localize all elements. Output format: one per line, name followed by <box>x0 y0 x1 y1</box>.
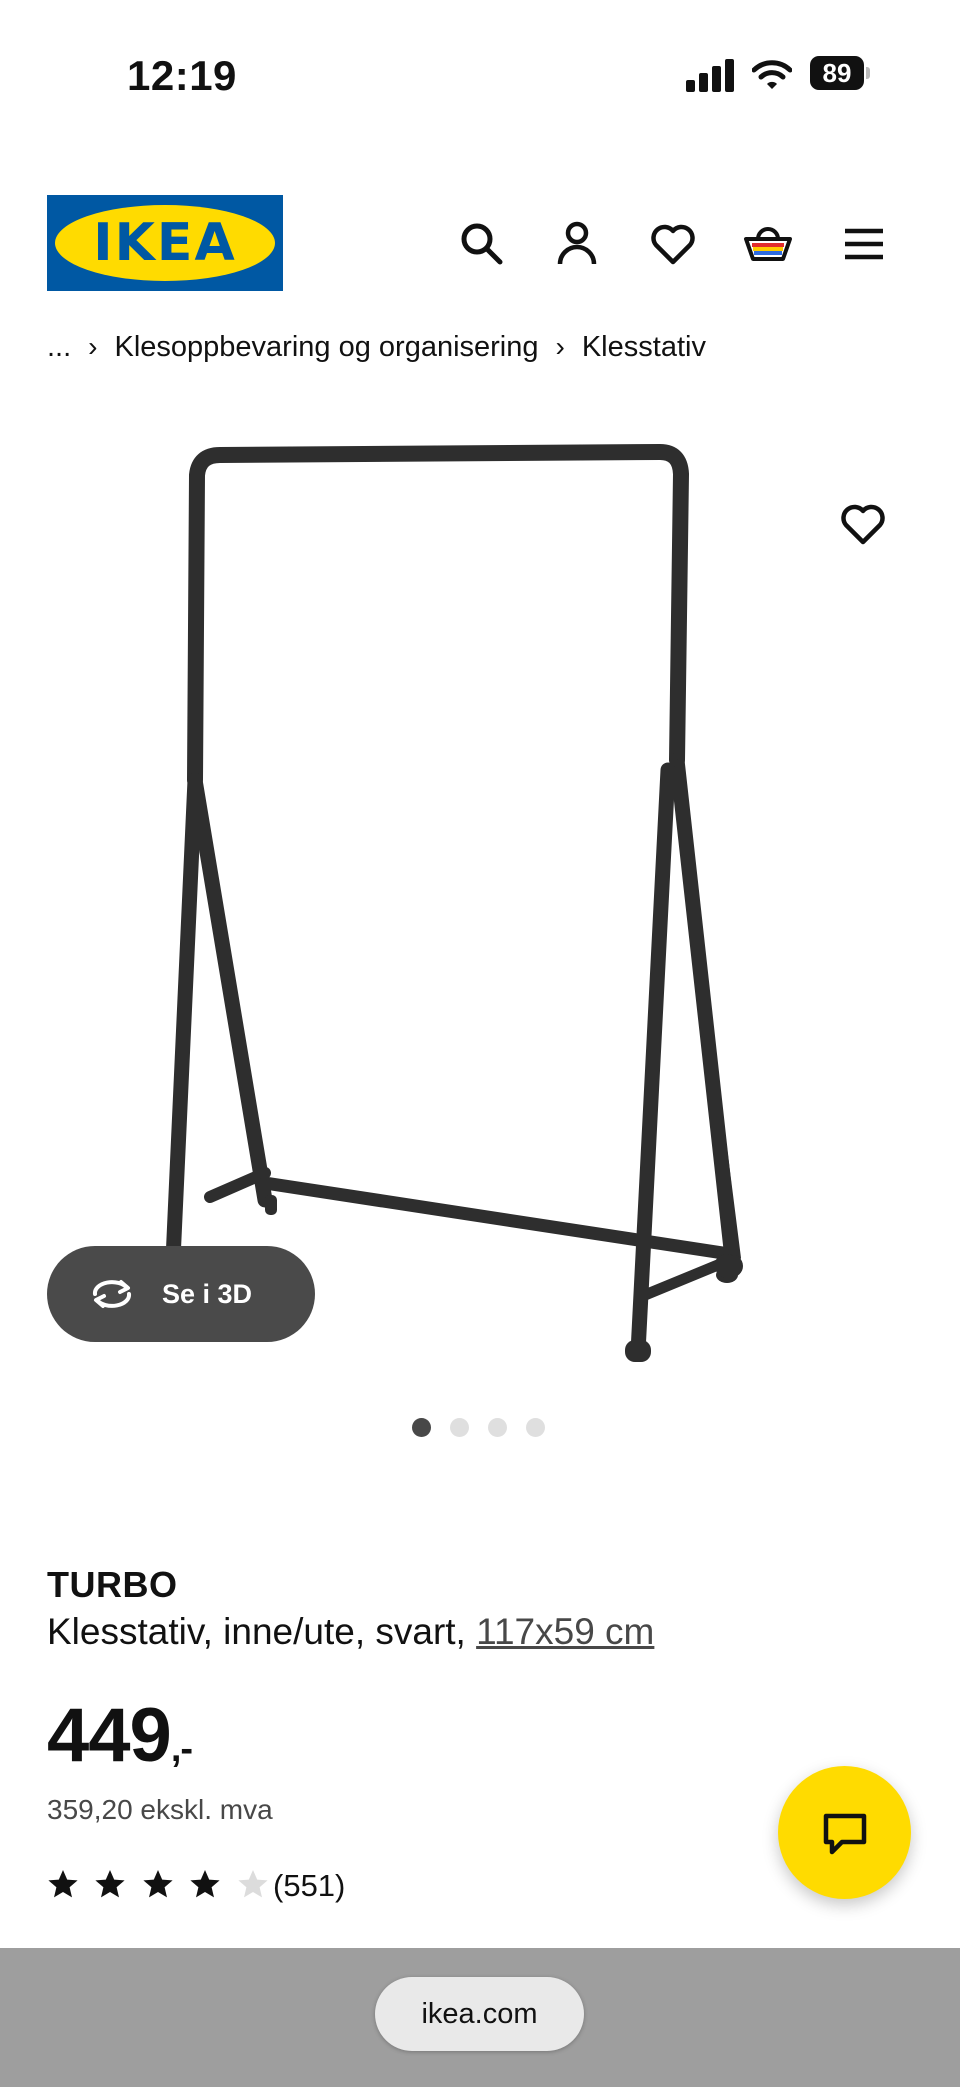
heart-icon[interactable] <box>648 219 698 269</box>
pagination-dot[interactable] <box>488 1418 507 1437</box>
product-description: Klesstativ, inne/ute, svart, 117x59 cm <box>47 1611 654 1653</box>
wifi-icon <box>751 58 793 92</box>
breadcrumb-ellipsis[interactable]: ... <box>47 331 71 363</box>
breadcrumb-item-klesoppbevaring[interactable]: Klesoppbevaring og organisering <box>115 331 539 363</box>
product-description-text: Klesstativ, inne/ute, svart, <box>47 1611 477 1652</box>
logo-text: IKEA <box>93 213 237 273</box>
chat-button[interactable] <box>778 1766 911 1899</box>
star-filled-icon <box>95 1870 126 1898</box>
pagination-dot[interactable] <box>412 1418 431 1437</box>
menu-icon[interactable] <box>839 219 889 269</box>
star-filled-icon <box>190 1870 220 1898</box>
view-in-3d-button[interactable]: Se i 3D <box>47 1246 315 1342</box>
product-dimensions-link[interactable]: 117x59 cm <box>476 1611 654 1652</box>
star-empty-icon <box>238 1870 268 1898</box>
rating-stars <box>47 1868 280 1905</box>
cellular-signal-icon <box>686 58 736 92</box>
price-ex-vat: 359,20 ekskl. mva <box>47 1794 273 1825</box>
status-time: 12:19 <box>127 52 237 99</box>
product-image[interactable] <box>115 440 860 1375</box>
chevron-right-icon: › <box>555 331 565 363</box>
pagination-dot[interactable] <box>526 1418 545 1437</box>
view-in-3d-label: Se i 3D <box>162 1279 253 1309</box>
product-name: TURBO <box>47 1564 178 1605</box>
star-filled-icon <box>143 1870 173 1898</box>
heart-icon <box>841 504 885 545</box>
url-bar[interactable]: ikea.com <box>375 1977 584 2051</box>
basket-icon[interactable] <box>743 219 793 269</box>
pagination-dot[interactable] <box>450 1418 469 1437</box>
chevron-right-icon: › <box>88 331 98 363</box>
breadcrumb: ... › Klesoppbevaring og organisering › Kles… <box>47 330 706 364</box>
search-icon[interactable] <box>457 219 507 269</box>
rotate-3d-icon <box>87 1270 137 1318</box>
account-icon[interactable] <box>552 219 602 269</box>
battery-indicator: 89 <box>810 56 870 90</box>
review-count: (551) <box>273 1868 346 1903</box>
star-filled-icon <box>48 1870 78 1898</box>
ikea-logo[interactable]: IKEA <box>47 195 283 291</box>
product-price: 449,- <box>47 1692 193 1779</box>
favorite-button[interactable] <box>838 499 888 549</box>
breadcrumb-item-klesstativ[interactable]: Klesstativ <box>582 331 706 363</box>
price-main: 449 <box>47 1693 172 1778</box>
battery-level: 89 <box>810 56 864 90</box>
chat-icon <box>823 1813 867 1855</box>
price-suffix: ,- <box>170 1728 193 1770</box>
